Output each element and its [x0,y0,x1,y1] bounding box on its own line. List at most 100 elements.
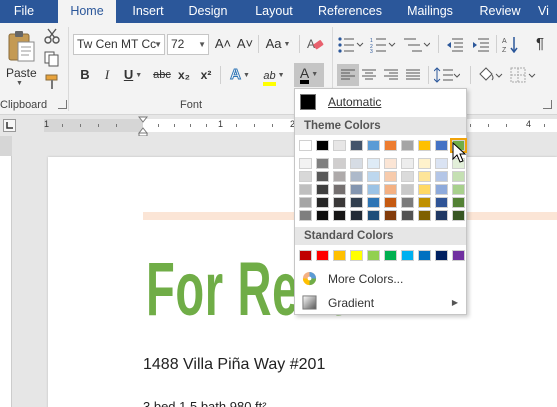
underline-button[interactable]: U ▼ [119,64,147,86]
tab-insert[interactable]: Insert [122,0,174,23]
theme-color-swatch[interactable] [333,140,346,151]
highlight-button[interactable]: ab ▼ [258,64,290,86]
bold-button[interactable]: B [77,64,93,86]
theme-shade-swatch[interactable] [316,210,329,221]
horizontal-ruler[interactable]: 1 1 2 3 4 [0,116,557,136]
theme-shade-swatch[interactable] [435,184,448,195]
theme-color-swatch[interactable] [367,140,380,151]
tab-file[interactable]: File [0,0,48,23]
theme-shade-swatch[interactable] [350,171,363,182]
theme-shade-swatch[interactable] [401,197,414,208]
standard-color-swatch[interactable] [452,250,465,261]
copy-icon[interactable] [44,51,60,67]
theme-shade-swatch[interactable] [384,171,397,182]
theme-shade-swatch[interactable] [418,184,431,195]
indent-marker-icon[interactable] [138,116,148,136]
theme-shade-swatch[interactable] [384,197,397,208]
theme-shade-swatch[interactable] [452,197,465,208]
theme-shade-swatch[interactable] [350,210,363,221]
theme-shade-swatch[interactable] [299,210,312,221]
theme-shade-swatch[interactable] [333,184,346,195]
multilevel-list-icon[interactable] [404,37,430,53]
automatic-color-option[interactable]: Automatic [295,89,466,115]
font-color-button[interactable]: A ▼ [294,63,324,87]
theme-shade-swatch[interactable] [316,158,329,169]
font-size-combo[interactable]: 72 ▼ [167,34,209,55]
tab-mailings[interactable]: Mailings [396,0,464,23]
address-line[interactable]: 1488 Villa Piña Way #201 [143,356,325,374]
numbering-icon[interactable]: 123 [370,37,396,53]
theme-shade-swatch[interactable] [401,210,414,221]
theme-shade-swatch[interactable] [299,158,312,169]
align-center-icon[interactable] [362,69,376,81]
theme-shade-swatch[interactable] [384,158,397,169]
theme-shade-swatch[interactable] [316,184,329,195]
gradient-option[interactable]: Gradient ▶ [295,291,466,315]
clear-formatting-icon[interactable]: A [306,35,324,53]
theme-shade-swatch[interactable] [367,171,380,182]
grow-font-button[interactable]: A˄ [213,33,233,55]
theme-shade-swatch[interactable] [367,184,380,195]
theme-shade-swatch[interactable] [333,197,346,208]
font-name-combo[interactable]: Tw Cen MT Cc ▼ [73,34,165,55]
paste-dropdown-arrow[interactable]: ▼ [16,80,23,87]
theme-shade-swatch[interactable] [435,210,448,221]
theme-shade-swatch[interactable] [435,171,448,182]
standard-color-swatch[interactable] [384,250,397,261]
align-left-button[interactable] [337,64,359,86]
subscript-button[interactable]: x₂ [175,64,193,86]
theme-color-swatch[interactable] [299,140,312,151]
shading-icon[interactable] [476,66,504,84]
standard-color-swatch[interactable] [435,250,448,261]
tab-selector-icon[interactable] [3,119,16,132]
borders-icon[interactable] [510,66,538,84]
tab-home[interactable]: Home [58,0,116,23]
theme-shade-swatch[interactable] [452,184,465,195]
cut-icon[interactable] [44,28,60,44]
tab-design[interactable]: Design [180,0,236,23]
theme-shade-swatch[interactable] [299,197,312,208]
theme-shade-swatch[interactable] [333,158,346,169]
theme-shade-swatch[interactable] [350,158,363,169]
increase-indent-icon[interactable] [472,37,490,53]
show-formatting-icon[interactable]: ¶ [532,33,548,55]
standard-color-swatch[interactable] [299,250,312,261]
theme-shade-swatch[interactable] [316,171,329,182]
standard-color-swatch[interactable] [401,250,414,261]
tab-layout[interactable]: Layout [244,0,304,23]
theme-color-swatch[interactable] [350,140,363,151]
theme-color-swatch[interactable] [418,140,431,151]
decrease-indent-icon[interactable] [446,37,464,53]
italic-button[interactable]: I [99,64,115,86]
theme-shade-swatch[interactable] [333,210,346,221]
theme-shade-swatch[interactable] [333,171,346,182]
standard-color-swatch[interactable] [316,250,329,261]
theme-shade-swatch[interactable] [367,197,380,208]
text-effects-button[interactable]: A ▼ [226,64,254,86]
justify-icon[interactable] [406,69,420,81]
standard-color-swatch[interactable] [350,250,363,261]
theme-shade-swatch[interactable] [418,171,431,182]
theme-shade-swatch[interactable] [384,210,397,221]
bullets-icon[interactable] [338,37,364,53]
theme-shade-swatch[interactable] [435,197,448,208]
theme-shade-swatch[interactable] [418,197,431,208]
theme-shade-swatch[interactable] [435,158,448,169]
theme-color-swatch[interactable] [316,140,329,151]
theme-color-swatch[interactable] [401,140,414,151]
line-spacing-icon[interactable] [434,67,460,83]
theme-color-swatch[interactable] [384,140,397,151]
clipboard-launcher-icon[interactable] [58,100,67,109]
theme-shade-swatch[interactable] [401,184,414,195]
superscript-button[interactable]: x² [197,64,215,86]
theme-color-swatch[interactable] [435,140,448,151]
standard-color-swatch[interactable] [367,250,380,261]
standard-color-swatch[interactable] [418,250,431,261]
theme-shade-swatch[interactable] [316,197,329,208]
vertical-ruler[interactable] [0,136,12,407]
theme-shade-swatch[interactable] [299,184,312,195]
theme-shade-swatch[interactable] [401,171,414,182]
shrink-font-button[interactable]: A˅ [235,33,255,55]
theme-shade-swatch[interactable] [367,210,380,221]
paragraph-launcher-icon[interactable] [543,100,552,109]
